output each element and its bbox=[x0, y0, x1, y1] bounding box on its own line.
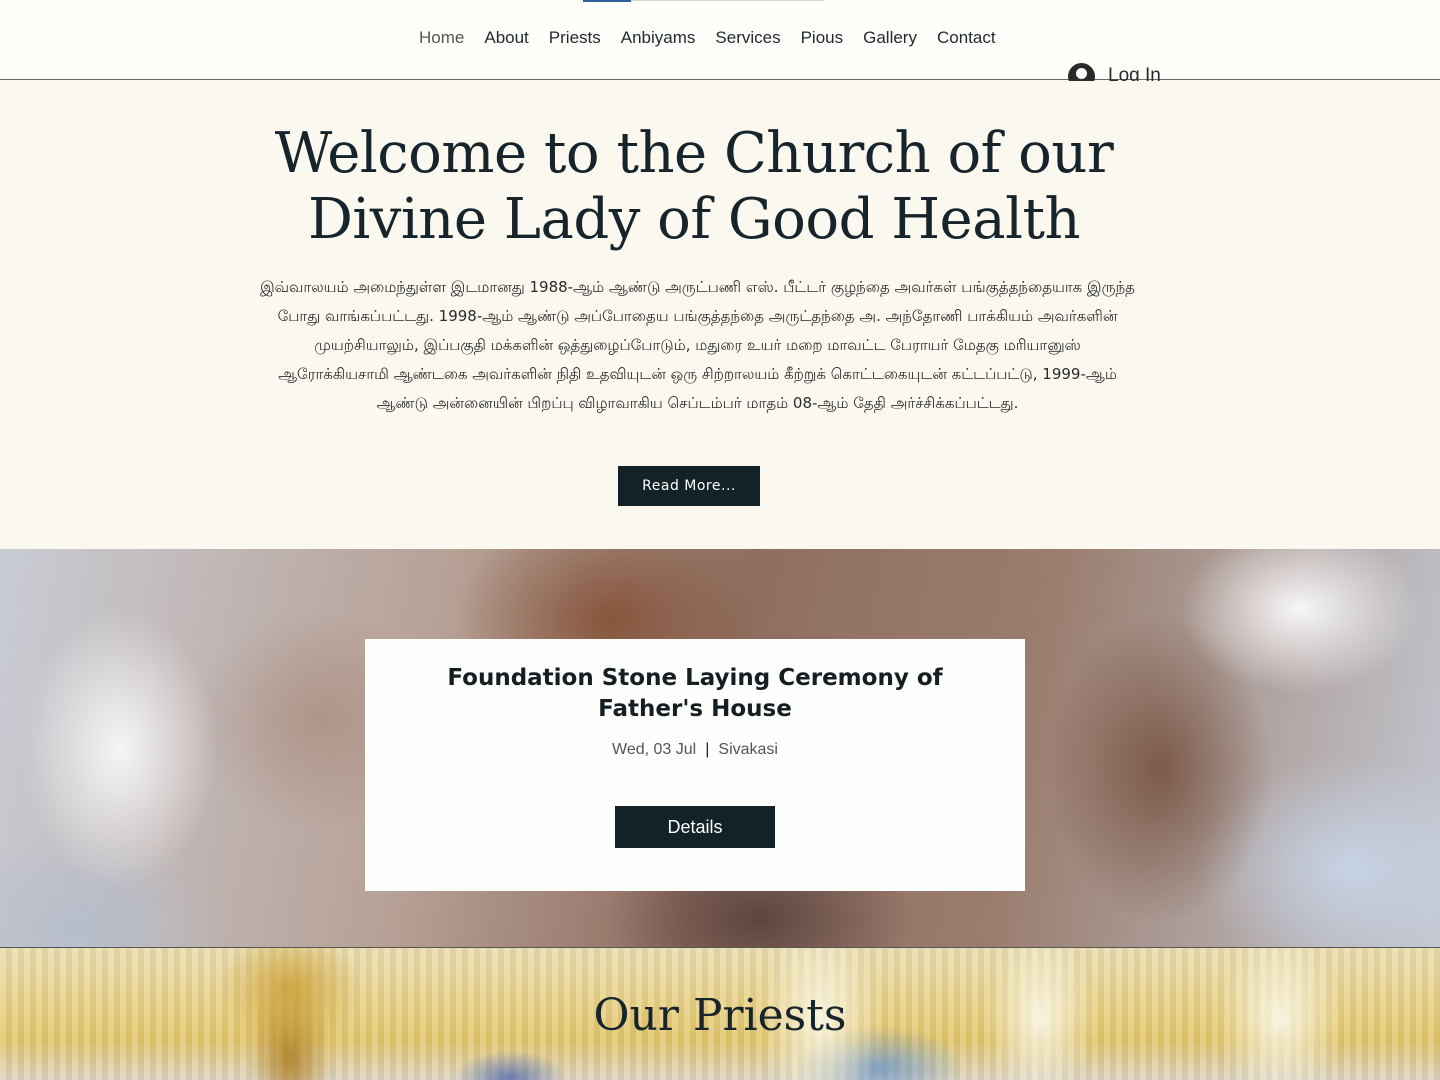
nav-contact[interactable]: Contact bbox=[927, 24, 1006, 52]
nav-services[interactable]: Services bbox=[705, 24, 790, 52]
nav-active-indicator bbox=[583, 0, 631, 2]
read-more-button[interactable]: Read More... bbox=[618, 466, 760, 506]
nav-priests[interactable]: Priests bbox=[539, 24, 611, 52]
nav-anbiyams[interactable]: Anbiyams bbox=[611, 24, 706, 52]
nav-pious[interactable]: Pious bbox=[791, 24, 854, 52]
event-card: Foundation Stone Laying Ceremony of Fath… bbox=[365, 639, 1025, 891]
nav-gallery[interactable]: Gallery bbox=[853, 24, 927, 52]
priests-title: Our Priests bbox=[593, 990, 847, 1041]
main-nav: Home About Priests Anbiyams Services Pio… bbox=[409, 24, 1006, 52]
event-details-button[interactable]: Details bbox=[615, 806, 775, 848]
nav-indicator bbox=[583, 0, 824, 2]
hero-title: Welcome to the Church of our Divine Lady… bbox=[274, 121, 1114, 252]
nav-about[interactable]: About bbox=[474, 24, 538, 52]
hero-paragraph: இவ்வாலயம் அமைந்துள்ள இடமானது 1988-ஆம் ஆண… bbox=[260, 278, 1135, 412]
event-date: Wed, 03 Jul bbox=[612, 741, 697, 758]
site-header: Home About Priests Anbiyams Services Pio… bbox=[0, 0, 1440, 90]
hero-section: Welcome to the Church of our Divine Lady… bbox=[0, 81, 1440, 549]
event-meta: Wed, 03 Jul | Sivakasi bbox=[365, 741, 1025, 759]
priests-section: Our Priests bbox=[0, 947, 1440, 1080]
event-title: Foundation Stone Laying Ceremony of Fath… bbox=[447, 665, 943, 722]
event-location: Sivakasi bbox=[718, 741, 778, 758]
event-banner: Foundation Stone Laying Ceremony of Fath… bbox=[0, 549, 1440, 947]
event-separator: | bbox=[705, 741, 710, 758]
nav-home[interactable]: Home bbox=[409, 24, 474, 52]
